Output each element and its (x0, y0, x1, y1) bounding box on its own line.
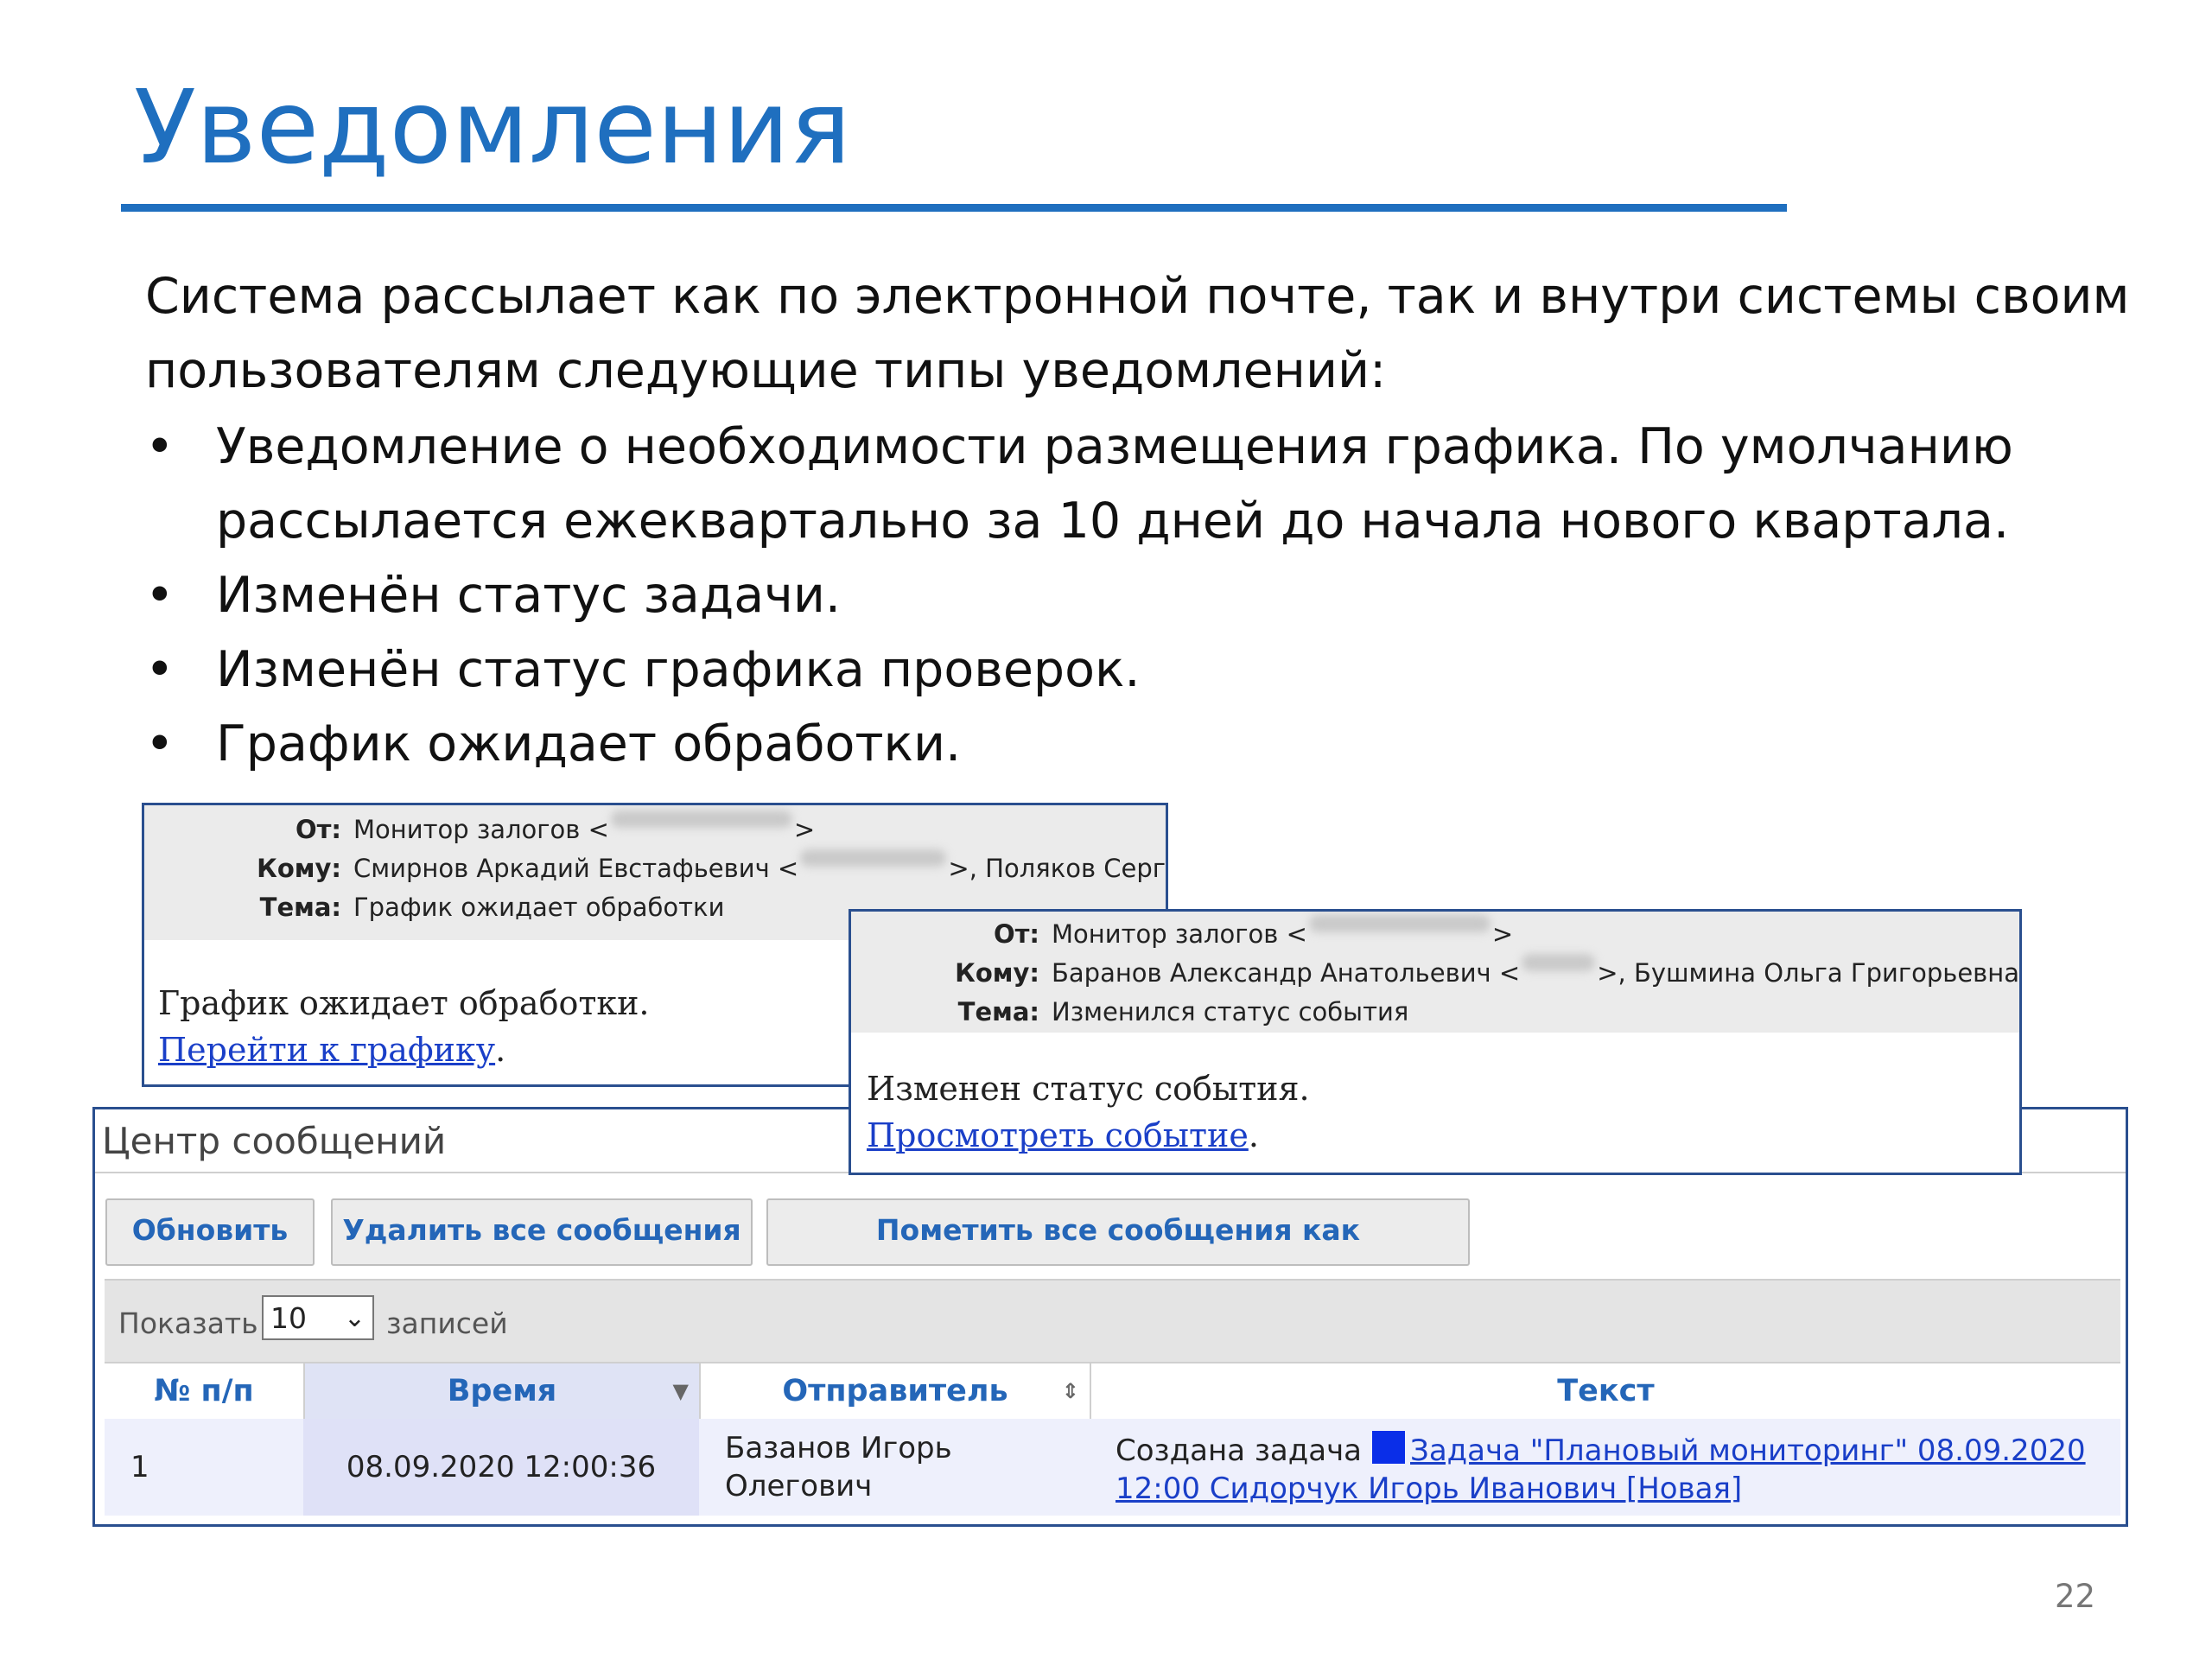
email-from-value: Монитор залогов < (353, 815, 609, 844)
email-subject-value: Изменился статус события (1052, 997, 1409, 1027)
column-header-num[interactable]: № п/п (105, 1363, 303, 1419)
email-subject-label: Тема: (957, 997, 1039, 1027)
cell-sender: Базанов Игорь Олегович (699, 1419, 1090, 1516)
email-to-label: Кому: (955, 958, 1039, 988)
column-header-time[interactable]: Время ▼ (305, 1363, 699, 1419)
bullet-icon: • (145, 567, 175, 624)
email-from-value-end: > (1491, 919, 1514, 949)
records-label: записей (386, 1306, 508, 1340)
bullet-icon: • (145, 418, 175, 475)
task-icon (1372, 1431, 1406, 1464)
list-item: • Изменён статус задачи. (145, 558, 2176, 632)
table-header: № п/п Время ▼ Отправитель ⇕ Текст (105, 1362, 2120, 1421)
email-to-value: Баранов Александр Анатольевич < (1052, 958, 1521, 988)
email-status-changed: От: Монитор залогов < > Кому: Баранов Але… (849, 909, 2022, 1175)
email-body-text: Изменен статус события. (867, 1070, 1310, 1108)
email-subject-row: Тема: Изменился статус события (851, 993, 2019, 1032)
task-link-continued[interactable]: 12:00 Сидорчук Игорь Иванович [Новая] (1116, 1471, 1742, 1506)
column-header-text[interactable]: Текст (1091, 1363, 2120, 1419)
title-underline (121, 204, 1787, 212)
email-from-label: От: (993, 919, 1039, 949)
email-from-row: От: Монитор залогов < > (144, 810, 1166, 849)
email-header: От: Монитор залогов < > Кому: Баранов Але… (851, 912, 2019, 1033)
link-suffix: . (495, 1031, 506, 1069)
column-header-sender[interactable]: Отправитель ⇕ (701, 1363, 1090, 1419)
list-item-text: График ожидает обработки. (216, 715, 962, 772)
page-size-toolbar: Показать 10 ⌄ записей (105, 1279, 2120, 1363)
column-header-num-label: № п/п (154, 1374, 254, 1408)
cell-num: 1 (130, 1450, 149, 1484)
bullet-icon: • (145, 715, 175, 772)
task-link[interactable]: Задача "Плановый мониторинг" 08.09.2020 (1410, 1433, 2086, 1468)
email-from-label: От: (295, 815, 341, 844)
list-item-text: Изменён статус графика проверок. (216, 641, 1141, 698)
column-header-time-label: Время (447, 1374, 557, 1408)
mark-all-read-button[interactable]: Пометить все сообщения как прочитанные (766, 1198, 1470, 1307)
intro-paragraph: Система рассылает как по электронной поч… (145, 268, 2130, 399)
list-item-text: Уведомление о необходимости размещения г… (216, 418, 2013, 550)
show-label: Показать (118, 1306, 258, 1340)
slide-title: Уведомления (134, 67, 851, 187)
notification-types-list: • Уведомление о необходимости размещения … (145, 410, 2176, 781)
sort-descending-icon: ▼ (672, 1379, 689, 1403)
list-item: • Изменён статус графика проверок. (145, 632, 2176, 707)
page-number: 22 (2055, 1578, 2096, 1615)
email-to-value-end: >, Поляков Серг (948, 854, 1166, 883)
table-row[interactable]: 1 08.09.2020 12:00:36 Базанов Игорь Олег… (105, 1419, 2120, 1516)
email-subject-label: Тема: (259, 893, 341, 922)
page-size-select[interactable]: 10 ⌄ (262, 1295, 374, 1340)
sort-icon: ⇕ (1061, 1379, 1079, 1403)
list-item-text: Изменён статус задачи. (216, 567, 842, 624)
go-to-schedule-link[interactable]: Перейти к графику (158, 1031, 495, 1069)
sender-name-line1: Базанов Игорь (725, 1431, 952, 1465)
redacted-email (1308, 915, 1491, 932)
message-center-title: Центр сообщений (102, 1120, 447, 1162)
chevron-down-icon: ⌄ (343, 1303, 365, 1333)
email-from-value: Монитор залогов < (1052, 919, 1307, 949)
redacted-email (800, 849, 947, 867)
cell-time: 08.09.2020 12:00:36 (303, 1419, 699, 1516)
email-subject-value: График ожидает обработки (353, 893, 725, 922)
column-header-sender-label: Отправитель (782, 1374, 1008, 1408)
email-from-row: От: Монитор залогов < > (851, 915, 2019, 954)
email-to-value-end: >, Бушмина Ольга Григорьевна (1597, 958, 2019, 988)
view-event-link[interactable]: Просмотреть событие (867, 1116, 1249, 1154)
list-item: • Уведомление о необходимости размещения … (145, 410, 2176, 558)
redacted-email (610, 810, 792, 828)
email-to-row: Кому: Баранов Александр Анатольевич < >, … (851, 954, 2019, 993)
cell-text: Создана задача Задача "Плановый мониторин… (1090, 1419, 2120, 1516)
email-from-value-end: > (793, 815, 816, 844)
email-body: Изменен статус события. Просмотреть собы… (851, 1033, 2019, 1159)
delete-all-messages-button[interactable]: Удалить все сообщения (331, 1198, 753, 1266)
sender-name-line2: Олегович (725, 1469, 873, 1503)
refresh-button[interactable]: Обновить (105, 1198, 315, 1266)
list-item: • График ожидает обработки. (145, 707, 2176, 781)
page-size-value: 10 (270, 1301, 307, 1335)
column-header-text-label: Текст (1557, 1374, 1655, 1408)
redacted-email (1522, 954, 1596, 971)
message-prefix: Создана задача (1116, 1433, 1363, 1468)
email-to-row: Кому: Смирнов Аркадий Евстафьевич < >, По… (144, 849, 1166, 888)
email-to-value: Смирнов Аркадий Евстафьевич < (353, 854, 799, 883)
link-suffix: . (1248, 1116, 1259, 1154)
bullet-icon: • (145, 641, 175, 698)
email-to-label: Кому: (257, 854, 341, 883)
